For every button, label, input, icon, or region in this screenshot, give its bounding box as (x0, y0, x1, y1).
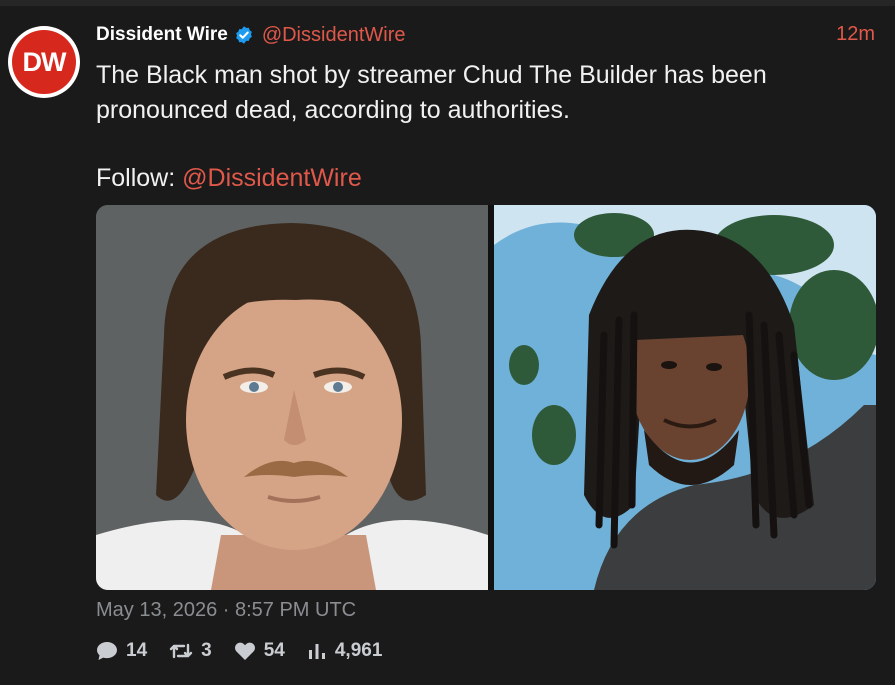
avatar[interactable]: DW (8, 26, 80, 98)
author-handle[interactable]: @DissidentWire (262, 24, 406, 47)
tweet-header: Dissident Wire @DissidentWire (96, 22, 405, 48)
tweet-date[interactable]: May 13, 2026 · 8:57 PM UTC (96, 599, 356, 622)
follow-prefix: Follow: (96, 164, 183, 192)
engagement-bar: 14 3 54 4,961 (96, 638, 404, 664)
views-button[interactable]: 4,961 (307, 640, 383, 662)
heart-icon (234, 642, 255, 660)
avatar-initials: DW (12, 30, 76, 94)
tweet-text: The Black man shot by streamer Chud The … (96, 61, 767, 124)
follow-line: Follow: @DissidentWire (96, 161, 362, 196)
top-divider (0, 0, 895, 6)
mugshot-illustration (96, 205, 488, 590)
views-count: 4,961 (334, 640, 383, 661)
victim-photo-illustration (494, 205, 876, 590)
photo-mugshot[interactable] (96, 205, 488, 590)
photo-victim[interactable] (494, 205, 876, 590)
reply-count: 14 (126, 640, 148, 661)
retweet-count: 3 (201, 640, 212, 661)
verified-badge-icon (235, 26, 252, 44)
like-button[interactable]: 54 (234, 640, 285, 662)
retweet-icon (169, 643, 193, 659)
author-name[interactable]: Dissident Wire (96, 24, 228, 46)
timestamp-relative[interactable]: 12m (836, 23, 875, 46)
media-gallery (96, 205, 876, 590)
retweet-button[interactable]: 3 (169, 640, 212, 662)
comment-bubble-icon (97, 642, 117, 660)
follow-mention-link[interactable]: @DissidentWire (182, 164, 362, 192)
like-count: 54 (263, 640, 285, 661)
bar-chart-icon (308, 644, 325, 659)
reply-button[interactable]: 14 (96, 640, 147, 662)
